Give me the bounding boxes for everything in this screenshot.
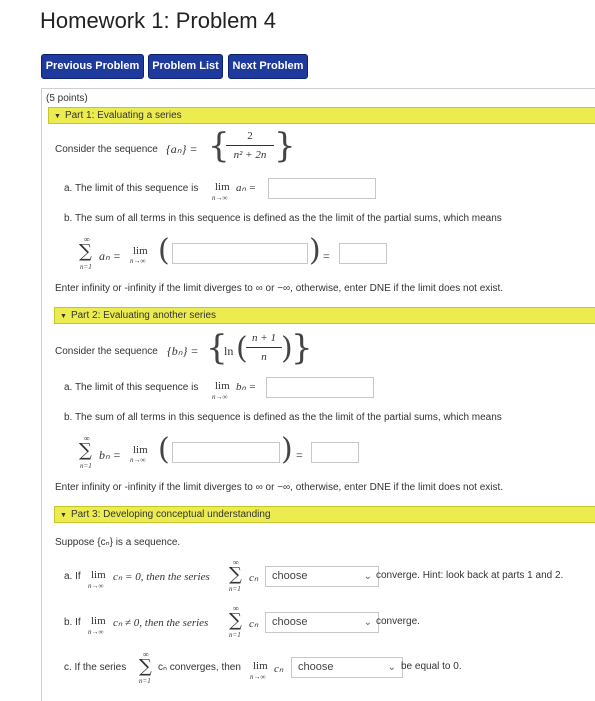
sigma-icon: ∑: [229, 610, 242, 631]
part2-header-label: Part 2: Evaluating another series: [70, 310, 217, 321]
lim-label: lim: [215, 181, 230, 193]
part3-a-sum-var: cₙ: [249, 572, 259, 584]
part3-a-select-value: choose: [272, 570, 308, 582]
part3-b-select-value: choose: [272, 616, 308, 628]
part1-b-text: b. The sum of all terms in this sequence…: [64, 213, 502, 224]
part3-c-mid: cₙ converges, then: [158, 662, 241, 673]
part1-a-text: a. The limit of this sequence is: [64, 183, 199, 194]
sigma-icon: ∑: [79, 440, 92, 461]
part1-partial-sum-input[interactable]: [172, 243, 308, 264]
chevron-down-icon: ⌄: [363, 617, 372, 628]
part2-seq-lhs: {bₙ} =: [167, 344, 199, 358]
part1-header[interactable]: ▼ Part 1: Evaluating a series: [48, 107, 595, 124]
lim-label: lim: [91, 569, 106, 581]
lim-subscript: n→∞: [212, 393, 228, 401]
part3-c-select[interactable]: choose ⌄: [291, 657, 403, 678]
page-title: Homework 1: Problem 4: [40, 8, 276, 33]
part3-suppose-text: Suppose {cₙ} is a sequence.: [55, 537, 181, 548]
part1-a-var: aₙ =: [236, 182, 257, 194]
part3-header[interactable]: ▼ Part 3: Developing conceptual understan…: [54, 506, 595, 523]
part2-a-text: a. The limit of this sequence is: [64, 382, 199, 393]
part2-sum-var: bₙ =: [99, 448, 121, 462]
part3-c-lim-var: cₙ: [274, 663, 284, 675]
lim-subscript: n→∞: [130, 257, 146, 265]
part2-header[interactable]: ▼ Part 2: Evaluating another series: [54, 307, 595, 324]
lim-subscript: n→∞: [130, 456, 146, 464]
part2-note: Enter infinity or -infinity if the limit…: [55, 482, 504, 493]
sum-lower-limit: n=1: [80, 263, 92, 271]
sum-lower-limit: n=1: [139, 677, 151, 685]
part3-a-suffix: converge. Hint: look back at parts 1 and…: [376, 570, 564, 581]
part3-b-condition: cₙ ≠ 0, then the series: [113, 617, 209, 629]
left-paren-icon: (: [158, 233, 170, 268]
part3-a-condition: cₙ = 0, then the series: [113, 571, 210, 583]
part3-a-select[interactable]: choose ⌄: [265, 566, 379, 587]
part2-seq-numerator: n + 1: [252, 332, 276, 344]
part1-seq-denominator: n² + 2n: [233, 149, 267, 161]
part3-a-prefix: a. If: [64, 571, 81, 582]
ln-label: ln: [224, 344, 234, 358]
sigma-icon: ∑: [79, 241, 92, 262]
problem-list-button[interactable]: Problem List: [148, 54, 223, 79]
sum-lower-limit: n=1: [80, 462, 92, 470]
right-paren-icon: ): [281, 432, 293, 467]
equals-sign: =: [323, 249, 330, 263]
part3-b-suffix: converge.: [376, 616, 420, 627]
part1-sum-input[interactable]: [339, 243, 387, 264]
part2-b-text: b. The sum of all terms in this sequence…: [64, 412, 502, 423]
part2-partial-sum-input[interactable]: [172, 442, 280, 463]
lim-label: lim: [91, 615, 106, 627]
part1-header-label: Part 1: Evaluating a series: [64, 110, 182, 121]
chevron-down-icon: ⌄: [363, 571, 372, 582]
part3-b-sum-var: cₙ: [249, 618, 259, 630]
previous-problem-button[interactable]: Previous Problem: [41, 54, 144, 79]
part3-c-prefix: c. If the series: [64, 662, 127, 673]
part1-consider-text: Consider the sequence: [55, 144, 158, 155]
fraction-bar: [246, 347, 282, 348]
part1-sum-var: aₙ =: [99, 249, 121, 263]
lim-subscript: n→∞: [250, 673, 266, 681]
chevron-down-icon: ⌄: [387, 662, 396, 673]
part2-a-var: bₙ =: [236, 381, 257, 393]
lim-label: lim: [215, 380, 230, 392]
lim-subscript: n→∞: [88, 628, 104, 636]
part2-seq-denominator: n: [261, 351, 267, 363]
sigma-icon: ∑: [229, 564, 242, 585]
part1-limit-input[interactable]: [268, 178, 376, 199]
next-problem-button[interactable]: Next Problem: [228, 54, 308, 79]
part1-note: Enter infinity or -infinity if the limit…: [55, 283, 504, 294]
part3-c-suffix: be equal to 0.: [401, 661, 462, 672]
sigma-icon: ∑: [139, 656, 152, 677]
part1-seq-numerator: 2: [247, 130, 253, 142]
lim-subscript: n→∞: [212, 194, 228, 202]
lim-label: lim: [133, 444, 148, 456]
part3-b-select[interactable]: choose ⌄: [265, 612, 379, 633]
sum-lower-limit: n=1: [229, 631, 241, 639]
right-brace-icon: }: [274, 126, 296, 166]
right-paren-icon: ): [309, 233, 321, 268]
caret-down-icon: ▼: [54, 113, 61, 120]
part2-sum-input[interactable]: [311, 442, 359, 463]
points-label: (5 points): [46, 93, 88, 104]
lim-label: lim: [253, 660, 268, 672]
part2-consider-text: Consider the sequence: [55, 346, 158, 357]
part3-header-label: Part 3: Developing conceptual understand…: [70, 509, 271, 520]
caret-down-icon: ▼: [60, 313, 67, 320]
part2-limit-input[interactable]: [266, 377, 374, 398]
equals-sign: =: [296, 448, 303, 462]
part3-c-select-value: choose: [298, 661, 334, 673]
part3-b-prefix: b. If: [64, 617, 81, 628]
sum-lower-limit: n=1: [229, 585, 241, 593]
lim-subscript: n→∞: [88, 582, 104, 590]
right-brace-icon: }: [291, 328, 313, 368]
caret-down-icon: ▼: [60, 512, 67, 519]
part1-seq-lhs: {aₙ} =: [166, 142, 198, 156]
left-paren-icon: (: [158, 432, 170, 467]
lim-label: lim: [133, 245, 148, 257]
fraction-bar: [226, 145, 274, 146]
